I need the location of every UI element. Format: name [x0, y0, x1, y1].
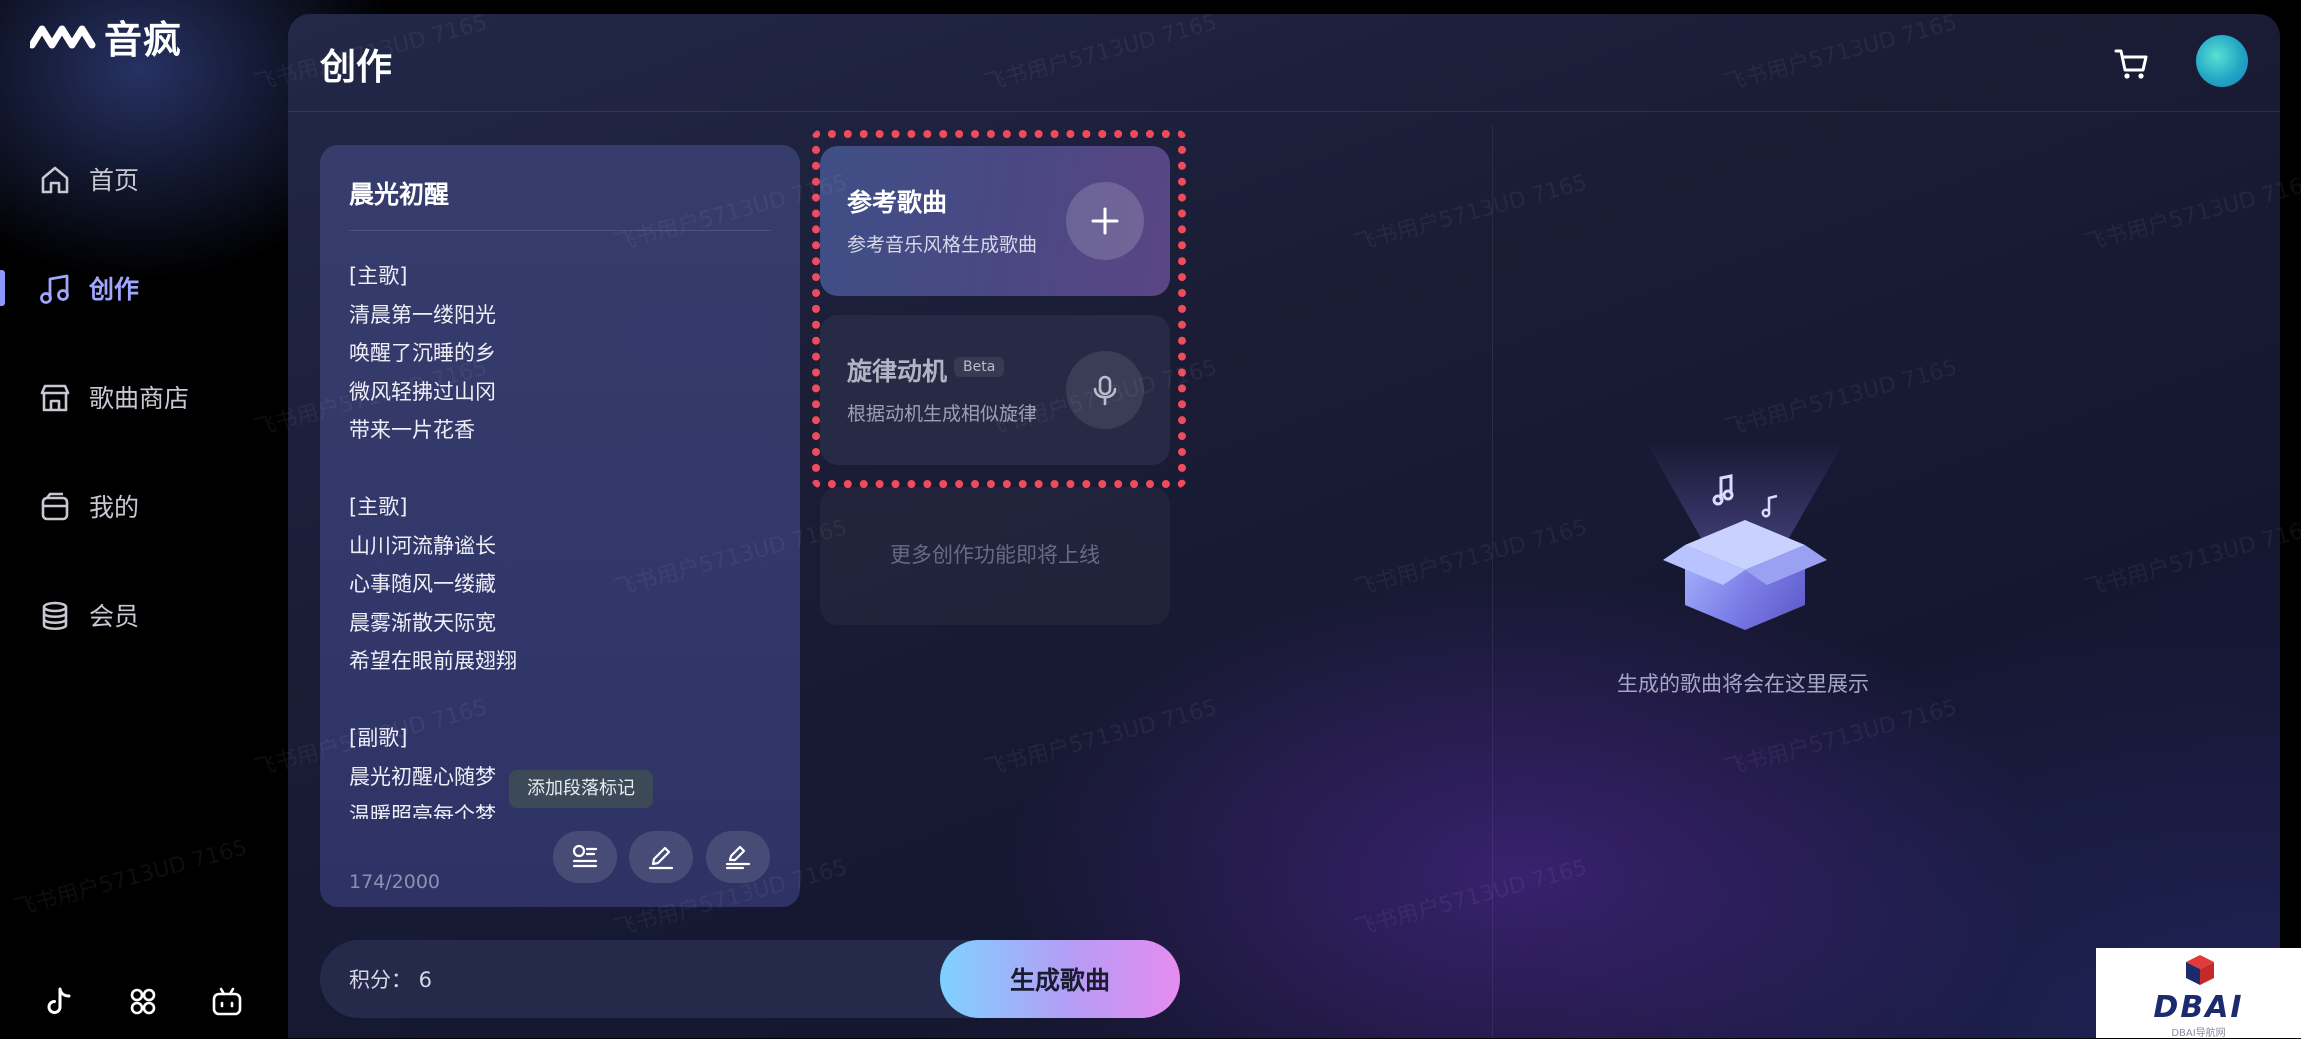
community-icon[interactable] [126, 985, 160, 1019]
add-paragraph-mark-button[interactable] [553, 831, 617, 883]
divider [349, 230, 771, 231]
bilibili-icon[interactable] [210, 985, 244, 1019]
lyrics-textarea[interactable]: [主歌] 清晨第一缕阳光 唤醒了沉睡的乡 微风轻拂过山冈 带来一片花香 [主歌]… [349, 257, 769, 819]
home-icon [41, 166, 69, 194]
lyric-line: 晨雾渐散天际宽 [349, 610, 496, 635]
page-header: 创作 [288, 14, 2280, 112]
cart-icon[interactable] [2112, 44, 2152, 84]
site-badge: DBAI DBAI导航网 [2096, 948, 2301, 1039]
pen-icon [648, 846, 674, 870]
sidebar-item-store[interactable]: 歌曲商店 [0, 367, 288, 427]
empty-state-text: 生成的歌曲将会在这里展示 [1617, 672, 1869, 696]
wallet-icon [41, 492, 69, 521]
lyric-blank-line [349, 450, 769, 489]
lyric-line: 清晨第一缕阳光 [349, 302, 496, 327]
sidebar-item-label: 创作 [89, 275, 140, 304]
lyric-line: [主歌] [349, 495, 408, 519]
badge-subtitle: DBAI导航网 [2171, 1028, 2226, 1039]
sidebar: 音疯 首页 创作 歌曲商店 我的 会员 [0, 0, 288, 1038]
lyric-blank-line [349, 681, 769, 720]
sidebar-item-label: 首页 [89, 166, 140, 195]
rewrite-button[interactable] [706, 831, 770, 883]
lyric-line: 唤醒了沉睡的乡 [349, 341, 496, 365]
more-features-text: 更多创作功能即将上线 [890, 543, 1100, 567]
lyric-line: [主歌] [349, 264, 408, 288]
cube-logo-icon [2186, 955, 2214, 985]
sidebar-item-label: 歌曲商店 [89, 384, 190, 413]
app-name: 音疯 [104, 17, 183, 62]
lyric-line: 山川河流静谧长 [349, 533, 496, 558]
lyric-line: 心事随风一缕藏 [349, 572, 496, 596]
generate-song-button[interactable]: 生成歌曲 [940, 940, 1180, 1018]
empty-box-illustration [1645, 440, 1845, 630]
lyric-line: 希望在眼前展翅翔 [349, 649, 517, 673]
sidebar-item-vip[interactable]: 会员 [0, 585, 288, 645]
music-note-icon [40, 274, 69, 304]
logo-wave-icon [30, 25, 96, 49]
points-label: 积分： 6 [349, 968, 433, 992]
lyric-line: 带来一片花香 [349, 418, 475, 442]
lyric-line: [副歌] [349, 726, 408, 750]
sidebar-item-label: 我的 [89, 493, 140, 522]
app-logo[interactable]: 音疯 [30, 14, 182, 62]
avatar[interactable] [2196, 35, 2248, 87]
char-counter: 174/2000 [349, 871, 441, 893]
tooltip: 添加段落标记 [509, 770, 653, 808]
store-icon [40, 384, 70, 412]
highlight-frame [812, 130, 1186, 488]
edit-button[interactable] [629, 831, 693, 883]
sidebar-item-home[interactable]: 首页 [0, 149, 288, 209]
lyric-line: 微风轻拂过山冈 [349, 379, 496, 404]
panel-divider [1492, 126, 1493, 1038]
sidebar-item-mine[interactable]: 我的 [0, 476, 288, 536]
paragraph-mark-icon [572, 844, 598, 868]
rewrite-icon [725, 845, 751, 870]
page-title: 创作 [320, 47, 393, 88]
database-icon [42, 601, 68, 631]
badge-title: DBAI [2153, 990, 2244, 1025]
more-features-card: 更多创作功能即将上线 [820, 487, 1170, 625]
sidebar-item-label: 会员 [89, 602, 140, 631]
tiktok-icon[interactable] [42, 985, 76, 1019]
sidebar-item-create[interactable]: 创作 [0, 258, 288, 318]
lyrics-title[interactable]: 晨光初醒 [349, 175, 449, 211]
